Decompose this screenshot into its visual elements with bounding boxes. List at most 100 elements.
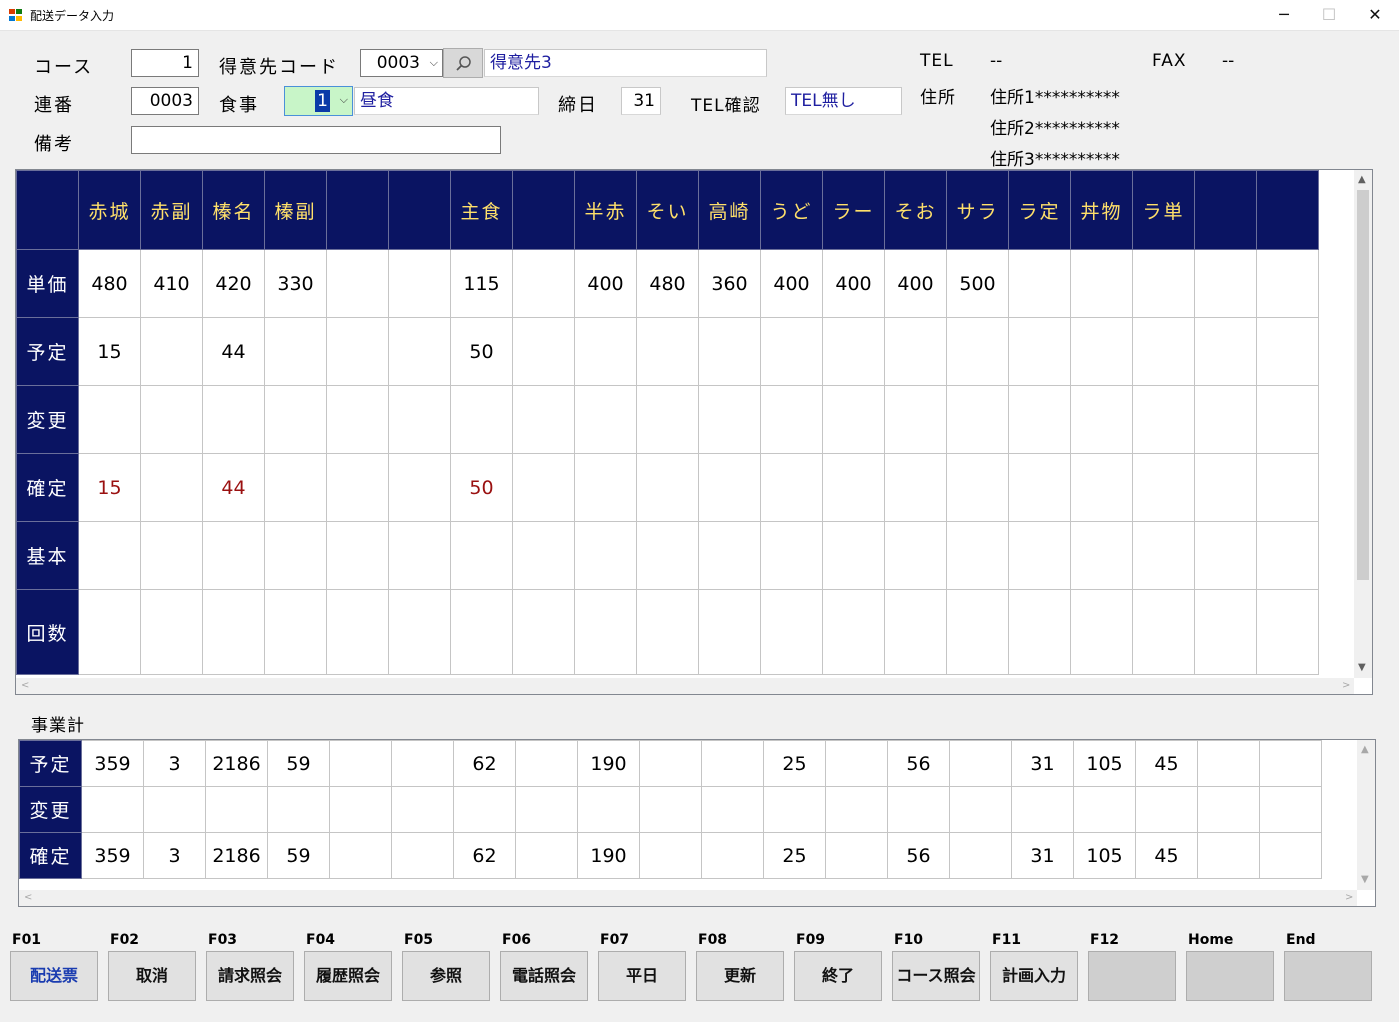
column-header[interactable] — [388, 170, 451, 250]
grid-cell[interactable] — [1132, 453, 1195, 522]
grid-cell[interactable]: 400 — [760, 249, 823, 318]
grid-cell[interactable] — [388, 249, 451, 318]
grid-cell[interactable]: 410 — [140, 249, 203, 318]
grid-cell[interactable] — [884, 521, 947, 590]
grid-cell[interactable] — [884, 589, 947, 675]
fkey-button-f09[interactable]: 終了 — [794, 951, 882, 1001]
grid-cell[interactable] — [698, 385, 761, 454]
grid-cell[interactable] — [202, 521, 265, 590]
fkey-button-f10[interactable]: コース照会 — [892, 951, 980, 1001]
grid-cell[interactable] — [1194, 385, 1257, 454]
grid-cell[interactable]: 400 — [822, 249, 885, 318]
fkey-button-end[interactable] — [1284, 951, 1372, 1001]
grid-cell[interactable] — [264, 453, 327, 522]
grid-cell[interactable] — [574, 589, 637, 675]
grid-cell[interactable] — [760, 317, 823, 386]
fkey-button-f11[interactable]: 計画入力 — [990, 951, 1078, 1001]
grid-cell[interactable] — [1194, 589, 1257, 675]
grid-cell[interactable] — [450, 589, 513, 675]
grid-cell[interactable] — [264, 317, 327, 386]
grid-cell[interactable] — [450, 521, 513, 590]
scroll-up-icon[interactable]: ▲ — [1361, 744, 1369, 755]
grid-cell[interactable] — [822, 453, 885, 522]
column-header[interactable]: 半赤 — [574, 170, 637, 250]
grid-cell[interactable] — [1132, 317, 1195, 386]
grid-cell[interactable] — [698, 453, 761, 522]
vertical-scrollbar[interactable]: ▲ ▼ — [1354, 170, 1372, 678]
grid-cell[interactable] — [202, 385, 265, 454]
grid-cell[interactable] — [388, 521, 451, 590]
grid-cell[interactable] — [574, 521, 637, 590]
scroll-down-icon[interactable]: ▼ — [1358, 662, 1366, 673]
grid-cell[interactable] — [1008, 249, 1071, 318]
grid-cell[interactable] — [1256, 453, 1319, 522]
fkey-button-f03[interactable]: 請求照会 — [206, 951, 294, 1001]
customer-code-combo[interactable]: 0003 ⌵ — [360, 49, 443, 77]
grid-cell[interactable]: 44 — [202, 317, 265, 386]
grid-cell[interactable] — [822, 317, 885, 386]
grid-cell[interactable] — [78, 385, 141, 454]
remarks-input[interactable] — [131, 126, 501, 154]
grid-cell[interactable]: 44 — [202, 453, 265, 522]
close-button[interactable]: ✕ — [1352, 0, 1398, 31]
fkey-button-f12[interactable] — [1088, 951, 1176, 1001]
fkey-button-home[interactable] — [1186, 951, 1274, 1001]
grid-cell[interactable] — [512, 521, 575, 590]
grid-cell[interactable] — [1008, 453, 1071, 522]
grid-cell[interactable] — [1132, 521, 1195, 590]
scroll-left-icon[interactable]: < — [24, 892, 32, 903]
grid-cell[interactable] — [760, 521, 823, 590]
grid-cell[interactable]: 420 — [202, 249, 265, 318]
column-header[interactable]: そお — [884, 170, 947, 250]
grid-cell[interactable] — [388, 589, 451, 675]
grid-cell[interactable]: 50 — [450, 317, 513, 386]
grid-cell[interactable] — [636, 453, 699, 522]
column-header[interactable] — [326, 170, 389, 250]
column-header[interactable] — [1194, 170, 1257, 250]
grid-cell[interactable] — [822, 385, 885, 454]
grid-cell[interactable] — [202, 589, 265, 675]
grid-cell[interactable] — [1070, 589, 1133, 675]
horizontal-scrollbar[interactable]: < > — [16, 678, 1354, 694]
grid-cell[interactable] — [326, 385, 389, 454]
grid-cell[interactable] — [512, 385, 575, 454]
grid-cell[interactable]: 360 — [698, 249, 761, 318]
grid-cell[interactable] — [512, 589, 575, 675]
grid-cell[interactable] — [140, 589, 203, 675]
grid-cell[interactable]: 330 — [264, 249, 327, 318]
grid-cell[interactable] — [884, 453, 947, 522]
grid-cell[interactable] — [140, 385, 203, 454]
column-header[interactable]: ラ定 — [1008, 170, 1071, 250]
grid-cell[interactable] — [884, 317, 947, 386]
grid-cell[interactable]: 480 — [636, 249, 699, 318]
grid-cell[interactable] — [636, 589, 699, 675]
grid-cell[interactable]: 500 — [946, 249, 1009, 318]
grid-cell[interactable] — [760, 385, 823, 454]
grid-cell[interactable] — [822, 521, 885, 590]
grid-cell[interactable] — [1070, 453, 1133, 522]
grid-cell[interactable] — [946, 317, 1009, 386]
grid-cell[interactable] — [512, 249, 575, 318]
horizontal-scrollbar[interactable]: < > — [19, 890, 1357, 906]
grid-cell[interactable] — [326, 589, 389, 675]
grid-cell[interactable] — [1070, 317, 1133, 386]
chevron-down-icon[interactable]: ⌵ — [430, 50, 438, 76]
scrollbar-thumb[interactable] — [1357, 190, 1369, 580]
course-input[interactable]: 1 — [131, 49, 199, 77]
grid-cell[interactable] — [1256, 249, 1319, 318]
grid-cell[interactable] — [388, 317, 451, 386]
grid-cell[interactable] — [1132, 385, 1195, 454]
grid-cell[interactable]: 400 — [574, 249, 637, 318]
grid-cell[interactable] — [78, 521, 141, 590]
grid-cell[interactable]: 115 — [450, 249, 513, 318]
customer-search-button[interactable] — [443, 48, 483, 78]
grid-cell[interactable] — [822, 589, 885, 675]
fkey-button-f06[interactable]: 電話照会 — [500, 951, 588, 1001]
grid-cell[interactable] — [1256, 521, 1319, 590]
grid-cell[interactable] — [1194, 521, 1257, 590]
grid-cell[interactable] — [1256, 589, 1319, 675]
column-header[interactable]: そい — [636, 170, 699, 250]
grid-cell[interactable] — [946, 453, 1009, 522]
column-header[interactable]: 主食 — [450, 170, 513, 250]
grid-cell[interactable] — [1194, 453, 1257, 522]
